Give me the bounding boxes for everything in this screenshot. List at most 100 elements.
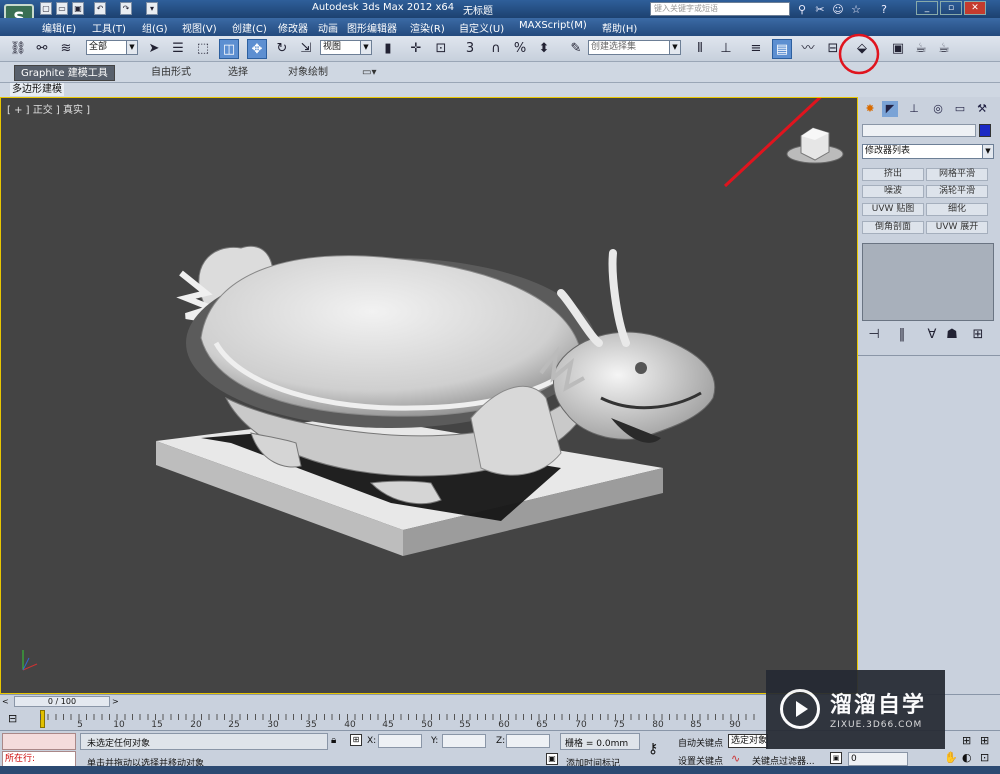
angle-snap-icon[interactable]: ∩ (486, 39, 506, 59)
select-manipulate-icon[interactable]: ✛ (406, 39, 426, 59)
menu-animation[interactable]: 动画 (318, 20, 338, 35)
close-icon[interactable]: ✕ (964, 1, 986, 15)
make-unique-icon[interactable]: ∀ (922, 325, 942, 345)
pin-stack-icon[interactable]: ⊣ (864, 325, 884, 345)
time-slider-next-icon[interactable]: > (112, 696, 122, 707)
object-color-swatch[interactable] (979, 124, 991, 137)
select-and-scale-icon[interactable]: ⇲ (296, 39, 316, 59)
create-tab-icon[interactable]: ✸ (862, 101, 878, 117)
snaps-toggle-icon[interactable]: 3 (460, 39, 480, 59)
pan-icon[interactable]: ✋ (944, 751, 958, 764)
menu-tools[interactable]: 工具(T) (92, 20, 126, 35)
time-slider-prev-icon[interactable]: < (2, 696, 12, 707)
reference-coordinate-dropdown[interactable]: 视图 ▼ (320, 40, 372, 55)
favorites-icon[interactable]: ☆ (848, 3, 864, 17)
x-coordinate-field[interactable] (378, 734, 422, 748)
redo-icon[interactable]: ↷ (120, 2, 132, 15)
minimize-icon[interactable]: _ (916, 1, 938, 15)
menu-group[interactable]: 组(G) (142, 20, 168, 35)
current-frame-field[interactable]: 0 (848, 752, 908, 766)
maxscript-listener-top[interactable] (2, 733, 76, 750)
bind-space-warp-icon[interactable]: ≋ (56, 39, 76, 59)
mini-curve-editor-icon[interactable]: ⊟ (8, 712, 24, 726)
selection-filter-dropdown[interactable]: 全部 ▼ (86, 40, 138, 55)
binoculars-icon[interactable]: ⚲ (794, 3, 810, 17)
remove-modifier-icon[interactable]: ☗ (942, 325, 962, 345)
maximize-icon[interactable]: ▫ (940, 1, 962, 15)
selection-lock-icon[interactable]: 🔒︎ (331, 735, 336, 746)
render-production-icon[interactable]: ☕ (934, 39, 954, 59)
rectangular-selection-icon[interactable]: ⬚ (193, 39, 213, 59)
menu-edit[interactable]: 编辑(E) (42, 20, 76, 35)
select-object-icon[interactable]: ➤ (144, 39, 164, 59)
maximize-viewport-icon[interactable]: ⊡ (980, 751, 989, 764)
percent-snap-icon[interactable]: % (510, 39, 530, 59)
modifier-uvw-map-button[interactable]: UVW 贴图 (862, 203, 924, 216)
modifier-unwrap-uvw-button[interactable]: UVW 展开 (926, 221, 988, 234)
window-crossing-icon[interactable]: ◫ (219, 39, 239, 59)
unlink-icon[interactable]: ⚯ (32, 39, 52, 59)
curve-editor-icon[interactable]: 〰 (798, 39, 818, 59)
playback-loop-icon[interactable]: ▣ (830, 752, 842, 764)
link-icon[interactable]: ⛓ (8, 39, 28, 59)
object-name-field[interactable] (862, 124, 976, 137)
named-selection-dropdown[interactable]: 创建选择集 ▼ (588, 40, 681, 55)
z-coordinate-field[interactable] (506, 734, 550, 748)
align-icon[interactable]: ⊥ (716, 39, 736, 59)
search-input[interactable]: 键入关键字或短语 (650, 2, 790, 16)
tab-graphite-modeling[interactable]: Graphite 建模工具 (14, 65, 115, 81)
undo-icon[interactable]: ↶ (94, 2, 106, 15)
key-mode-dropdown[interactable]: 选定对象 (728, 734, 768, 748)
modifier-list-dropdown[interactable]: 修改器列表 ▼ (862, 144, 994, 159)
pivot-center-icon[interactable]: ▮ (378, 39, 398, 59)
menu-graph-editors[interactable]: 图形编辑器 (347, 20, 397, 35)
zoom-extents-icon[interactable]: ⊞ (962, 734, 971, 747)
edit-named-selection-icon[interactable]: ✎ (566, 39, 586, 59)
quick-access-dropdown-icon[interactable]: ▾ (146, 2, 158, 15)
modifier-extrude-button[interactable]: 挤出 (862, 168, 924, 181)
motion-tab-icon[interactable]: ◎ (930, 101, 946, 117)
display-tab-icon[interactable]: ▭ (952, 101, 968, 117)
spinner-snap-icon[interactable]: ⬍ (534, 39, 554, 59)
polygon-modeling-panel[interactable]: 多边形建模 (10, 83, 64, 96)
rendered-frame-window-icon[interactable]: ☕ (911, 39, 931, 59)
select-by-name-icon[interactable]: ☰ (168, 39, 188, 59)
show-end-result-icon[interactable]: ‖ (892, 325, 912, 345)
tab-object-paint[interactable]: 对象绘制 (288, 65, 328, 81)
utilities-tab-icon[interactable]: ⚒ (974, 101, 990, 117)
help-icon[interactable]: ? (876, 3, 892, 17)
render-setup-icon[interactable]: ▣ (888, 39, 908, 59)
save-icon[interactable]: ▣ (72, 2, 84, 15)
modifier-stack-list[interactable] (862, 243, 994, 321)
open-file-icon[interactable]: ▭ (56, 2, 68, 15)
account-icon[interactable]: ☺ (830, 3, 846, 17)
zoom-extents-all-icon[interactable]: ⊞ (980, 734, 989, 747)
modifier-turbosmooth-button[interactable]: 涡轮平滑 (926, 185, 988, 198)
orbit-icon[interactable]: ◐ (962, 751, 972, 764)
modify-tab-icon[interactable]: ◤ (882, 101, 898, 117)
mirror-icon[interactable]: ⫴ (690, 39, 710, 59)
modifier-tessellate-button[interactable]: 细化 (926, 203, 988, 216)
select-and-move-icon[interactable]: ✥ (247, 39, 267, 59)
graphite-toggle-icon[interactable]: ▤ (772, 39, 792, 59)
tools-icon[interactable]: ✂ (812, 3, 828, 17)
tab-selection[interactable]: 选择 (228, 65, 248, 81)
modifier-bevel-profile-button[interactable]: 倒角剖面 (862, 221, 924, 234)
modifier-meshsmooth-button[interactable]: 网格平滑 (926, 168, 988, 181)
menu-rendering[interactable]: 渲染(R) (410, 20, 445, 35)
configure-modifier-sets-icon[interactable]: ⊞ (968, 325, 988, 345)
layer-manager-icon[interactable]: ≡ (746, 39, 766, 59)
y-coordinate-field[interactable] (442, 734, 486, 748)
menu-create[interactable]: 创建(C) (232, 20, 267, 35)
absolute-mode-icon[interactable]: ⊞ (350, 734, 362, 746)
ribbon-options-icon[interactable]: ▭▾ (362, 65, 376, 81)
menu-help[interactable]: 帮助(H) (602, 20, 637, 35)
frame-counter[interactable]: 0 / 100 (14, 696, 110, 707)
modifier-noise-button[interactable]: 噪波 (862, 185, 924, 198)
hierarchy-tab-icon[interactable]: ⊥ (906, 101, 922, 117)
select-and-rotate-icon[interactable]: ↻ (272, 39, 292, 59)
keyboard-shortcut-override-icon[interactable]: ⊡ (431, 39, 451, 59)
menu-views[interactable]: 视图(V) (182, 20, 217, 35)
set-key-icon[interactable]: ⚷ (648, 741, 658, 757)
new-file-icon[interactable]: ▢ (40, 2, 52, 15)
